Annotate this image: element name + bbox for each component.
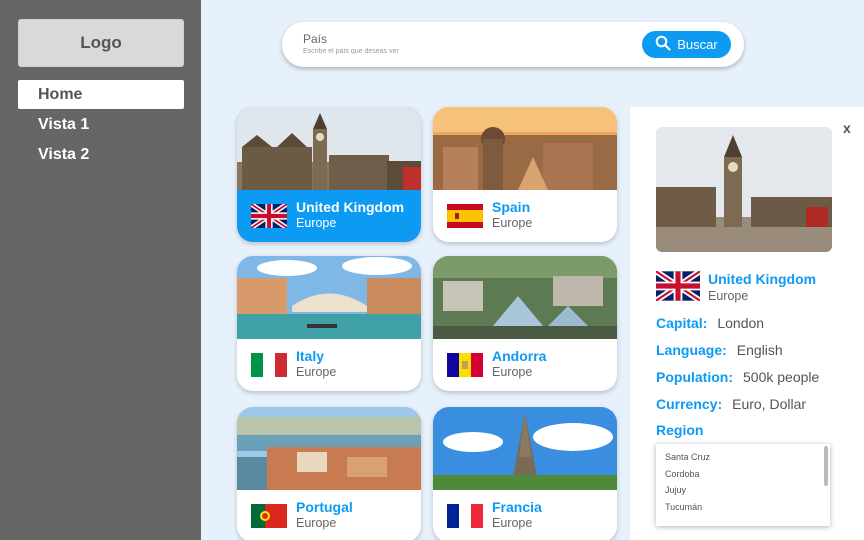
country-name: Andorra: [492, 348, 547, 364]
currency-label: Currency:: [656, 396, 723, 412]
uk-flag-icon: [249, 202, 289, 230]
country-card-united-kingdom[interactable]: United Kingdom Europe: [237, 107, 421, 242]
andorra-flag-icon: [447, 353, 483, 377]
country-name: Italy: [296, 348, 325, 364]
region-list[interactable]: Santa Cruz Cordoba Jujuy Tucumán: [656, 444, 830, 526]
region-list-item[interactable]: Tucumán: [665, 502, 830, 519]
country-card-andorra[interactable]: Andorra Europe: [433, 256, 617, 391]
search-bar: País Buscar: [282, 22, 744, 67]
language-row: Language: English: [656, 342, 783, 358]
country-name: United Kingdom: [296, 199, 405, 215]
country-region: Europe: [492, 365, 533, 379]
country-name: Spain: [492, 199, 531, 215]
portugal-flag-icon: [251, 504, 287, 528]
country-photo: [433, 407, 617, 490]
country-name: Portugal: [296, 499, 353, 515]
currency-value: Euro, Dollar: [732, 396, 807, 412]
country-photo: [237, 107, 421, 190]
country-name: Francia: [492, 499, 542, 515]
language-label: Language:: [656, 342, 727, 358]
detail-country-name: United Kingdom: [708, 271, 817, 287]
population-value: 500k people: [743, 369, 820, 385]
france-flag-icon: [447, 504, 483, 528]
capital-label: Capital:: [656, 315, 708, 331]
search-button[interactable]: Buscar: [642, 31, 731, 58]
uk-flag-icon: [654, 268, 702, 304]
search-button-label: Buscar: [677, 37, 718, 52]
region-label: Region: [656, 422, 704, 438]
country-photo: [433, 256, 617, 339]
nav-item-vista-1[interactable]: Vista 1: [18, 110, 184, 139]
region-heading: Region: [656, 422, 703, 438]
search-label: País: [303, 32, 328, 46]
spain-flag-icon: [447, 204, 483, 228]
logo[interactable]: Logo: [18, 19, 184, 67]
sidebar: Logo Home Vista 1 Vista 2: [0, 0, 201, 540]
nav-item-vista-2[interactable]: Vista 2: [18, 140, 184, 169]
currency-row: Currency: Euro, Dollar: [656, 396, 806, 412]
country-region: Europe: [296, 516, 337, 530]
capital-row: Capital: London: [656, 315, 764, 331]
country-detail-panel: x United Kingdom Europe Capital: London L…: [630, 107, 864, 540]
country-card-francia[interactable]: Francia Europe: [433, 407, 617, 540]
region-list-item[interactable]: Cordoba: [665, 469, 830, 486]
population-row: Population: 500k people: [656, 369, 819, 385]
detail-country-region: Europe: [708, 289, 749, 303]
country-card-portugal[interactable]: Portugal Europe: [237, 407, 421, 540]
population-label: Population:: [656, 369, 733, 385]
country-region: Europe: [296, 216, 337, 230]
detail-photo: [656, 127, 832, 252]
country-region: Europe: [296, 365, 337, 379]
region-list-scrollbar[interactable]: [824, 446, 828, 486]
capital-value: London: [717, 315, 765, 331]
country-card-spain[interactable]: Spain Europe: [433, 107, 617, 242]
country-region: Europe: [492, 216, 533, 230]
language-value: English: [736, 342, 783, 358]
search-input[interactable]: [303, 48, 603, 55]
italy-flag-icon: [251, 353, 287, 377]
country-photo: [433, 107, 617, 190]
country-photo: [237, 407, 421, 490]
close-icon[interactable]: x: [843, 120, 851, 136]
region-list-item[interactable]: Jujuy: [665, 485, 830, 502]
country-region: Europe: [492, 516, 533, 530]
region-list-item[interactable]: Santa Cruz: [665, 452, 830, 469]
country-card-italy[interactable]: Italy Europe: [237, 256, 421, 391]
search-icon: [655, 35, 671, 54]
country-photo: [237, 256, 421, 339]
nav-item-home[interactable]: Home: [18, 80, 184, 109]
